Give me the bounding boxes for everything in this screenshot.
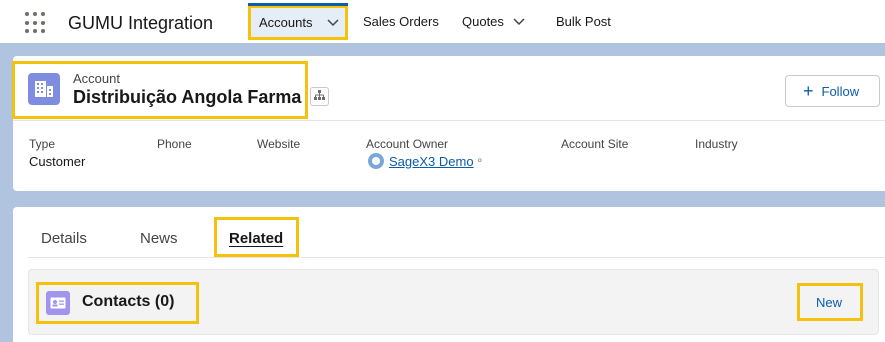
follow-button[interactable]: + Follow xyxy=(785,75,880,107)
chevron-down-icon[interactable] xyxy=(512,17,526,27)
app-name: GUMU Integration xyxy=(68,13,214,33)
field-label-phone: Phone xyxy=(157,137,192,151)
field-label-account-site: Account Site xyxy=(561,137,629,151)
change-owner-icon[interactable]: ⚬ xyxy=(476,156,484,167)
contacts-list-title[interactable]: Contacts (0) xyxy=(82,293,174,311)
account-icon xyxy=(28,73,60,105)
nav-tab-quotes-label: Quotes xyxy=(462,14,504,29)
record-title: Distribuição Angola Farma xyxy=(73,87,302,107)
nav-tab-sales-orders[interactable]: Sales Orders xyxy=(363,0,439,43)
nav-tab-accounts-label: Accounts xyxy=(259,15,313,30)
account-owner-link[interactable]: SageX3 Demo xyxy=(389,154,474,169)
contact-card-icon xyxy=(46,291,70,315)
field-label-industry: Industry xyxy=(695,137,738,151)
nav-tab-quotes[interactable]: Quotes xyxy=(462,0,526,43)
header-divider xyxy=(13,120,885,121)
record-object-label: Account xyxy=(73,71,120,86)
chevron-down-icon[interactable] xyxy=(326,18,340,28)
field-label-account-owner: Account Owner xyxy=(366,137,449,151)
nav-tab-accounts[interactable]: Accounts xyxy=(248,3,348,40)
hierarchy-button[interactable] xyxy=(310,87,329,106)
field-value-type: Customer xyxy=(29,154,86,169)
follow-button-label: Follow xyxy=(821,83,860,99)
field-label-type: Type xyxy=(29,137,56,151)
hierarchy-icon xyxy=(314,88,325,106)
app-launcher-icon[interactable] xyxy=(25,12,47,34)
account-owner-value: SageX3 Demo ⚬ xyxy=(368,153,484,169)
tab-related[interactable]: Related xyxy=(229,230,283,247)
nav-tab-bulk-post[interactable]: Bulk Post xyxy=(556,0,611,43)
tabs-divider xyxy=(28,257,885,258)
plus-icon: + xyxy=(803,81,814,101)
new-contact-button[interactable]: New xyxy=(816,295,842,310)
avatar-icon xyxy=(368,153,384,169)
tab-news[interactable]: News xyxy=(140,230,178,247)
tab-details[interactable]: Details xyxy=(41,230,87,247)
field-label-website: Website xyxy=(257,137,301,151)
